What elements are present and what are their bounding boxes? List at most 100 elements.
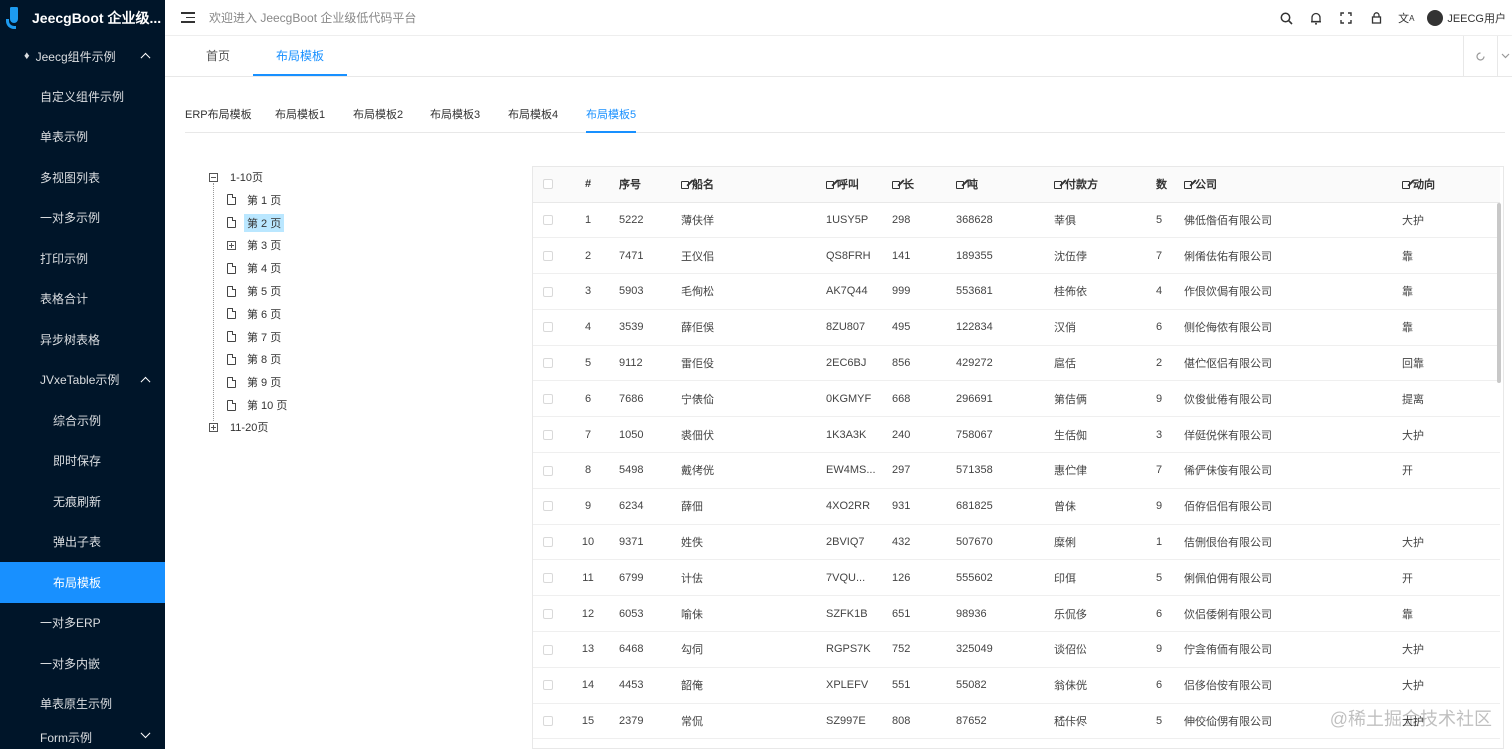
row-checkbox[interactable] xyxy=(533,631,563,668)
bell-icon[interactable] xyxy=(1301,0,1331,36)
table-row[interactable]: 7 1050 裘佃伏 1K3A3K 240 758067 生佸倁 3 佯侹侻侎有限公司 大护 xyxy=(533,416,1500,454)
tree-node-page-7[interactable]: 第 7 页 xyxy=(227,327,284,347)
table-row[interactable]: 5 9112 雷佢伇 2EC6BJ 856 429272 扈佸 2 偡伫伛侣有限公司 回靠 xyxy=(533,345,1500,382)
subtab-erp[interactable]: ERP布局模板 xyxy=(185,99,252,133)
col-header-serial: 序号 xyxy=(613,167,675,203)
col-header-ship-name[interactable]: 船名 xyxy=(675,167,820,203)
sidebar-group-components[interactable]: ♦ Jeecg组件示例 xyxy=(0,36,165,76)
watermark: @稀土掘金技术社区 xyxy=(1329,709,1492,729)
fullscreen-icon[interactable] xyxy=(1331,0,1361,36)
row-checkbox[interactable] xyxy=(533,309,563,346)
table-row[interactable]: 14 4453 韶俺 XPLEFV 551 55082 翁佅侊 6 侣侈佁侒有限公司 大护 xyxy=(533,667,1500,704)
table-row[interactable]: 9 6234 薛佃 4XO2RR 931 681825 曾佅 9 佰侟侣佀有限公司 xyxy=(533,488,1500,525)
table-row[interactable]: 2 7471 王仪佀 QS8FRH 141 189355 沈伍侼 7 俐倄佉佑有限公司靠 xyxy=(533,237,1500,275)
tree-node-page-10[interactable]: 第 10 页 xyxy=(227,395,290,415)
table-row[interactable]: 4 3539 薛佢俁 8ZU807 495 122834 汉俏 6 侧伦侮侬有限公司靠 xyxy=(533,309,1500,346)
sidebar-item-demo-6[interactable]: 表格合计 xyxy=(0,279,165,320)
search-icon[interactable] xyxy=(1271,0,1301,36)
row-checkbox[interactable] xyxy=(533,595,563,633)
tree-node-page-8[interactable]: 第 8 页 xyxy=(227,349,284,369)
cell-serial: 9371 xyxy=(613,524,675,561)
tree-node-root-2[interactable]: 11-20页 xyxy=(209,417,271,437)
cell-count: 9 xyxy=(1150,380,1178,418)
sidebar-item-demo-2[interactable]: 单表示例 xyxy=(0,117,165,158)
sidebar-item-form[interactable]: Form示例 xyxy=(0,724,165,746)
col-header-length[interactable]: 长 xyxy=(886,167,950,203)
table-row[interactable]: 8 5498 戴侤侊 EW4MS... 297 571358 惠伫侓 7 俙俨佅侫有限公司开 xyxy=(533,452,1500,489)
sidebar-item-demo-3[interactable]: 多视图列表 xyxy=(0,157,165,198)
sidebar-item-demo-5[interactable]: 打印示例 xyxy=(0,238,165,279)
row-checkbox[interactable] xyxy=(533,667,563,704)
sidebar-item-demo-1[interactable]: 自定义组件示例 xyxy=(0,76,165,117)
avatar[interactable] xyxy=(1427,10,1444,26)
tree-node-page-6[interactable]: 第 6 页 xyxy=(227,304,284,324)
col-header-company[interactable]: 公司 xyxy=(1178,167,1396,203)
cell-payer: 印佴 xyxy=(1048,559,1150,597)
menu-fold-icon[interactable] xyxy=(181,12,195,23)
tab-home[interactable]: 首页 xyxy=(187,36,249,76)
tree-node-page-4[interactable]: 第 4 页 xyxy=(227,258,284,278)
expand-icon[interactable] xyxy=(209,422,218,432)
username[interactable]: JEECG用户 xyxy=(1447,10,1506,26)
tree-node-root-1[interactable]: 1-10页 xyxy=(209,167,266,187)
tree-node-page-5[interactable]: 第 5 页 xyxy=(227,281,284,301)
table-row[interactable]: 3 5903 毛侚松 AK7Q44 999 553681 桂佈依 4 作佷佽侷有限公司靠 xyxy=(533,273,1500,310)
table-row[interactable]: 10 9371 姓佚 2BVIQ7 432 507670 糜俐 1 佶侀佷佁有限公司 大护 xyxy=(533,524,1500,561)
col-header-tonnage[interactable]: 吨 xyxy=(950,167,1048,203)
tree-node-page-2[interactable]: 第 2 页 xyxy=(227,213,285,233)
sidebar-item-jvxe[interactable]: JVxeTable示例 xyxy=(0,360,165,401)
row-checkbox[interactable] xyxy=(533,524,563,561)
sidebar-item-demo-4[interactable]: 一对多示例 xyxy=(0,198,165,239)
cell-tonnage: 98936 xyxy=(950,595,1048,633)
tab-more-chevron-icon[interactable] xyxy=(1497,36,1512,76)
tree-node-page-9[interactable]: 第 9 页 xyxy=(227,372,284,392)
subtab-layout-1[interactable]: 布局模板1 xyxy=(275,99,325,133)
col-header-call[interactable]: 呼叫 xyxy=(820,167,886,203)
sidebar-item-more-1[interactable]: 一对多ERP xyxy=(0,603,165,644)
subtab-layout-4[interactable]: 布局模板4 xyxy=(508,99,558,133)
row-checkbox[interactable] xyxy=(533,452,563,489)
row-checkbox[interactable] xyxy=(533,703,563,740)
table-row[interactable]: 6 7686 宁俵佡 0KGMYF 668 296691 第佶俩 9 佽俊佌倦有限公司 提离 xyxy=(533,380,1500,418)
table-row[interactable]: 12 6053 喻佅 SZFK1B 651 98936 乐侃侈 6 佽侣倭俐有限公司靠 xyxy=(533,595,1500,633)
table-scrollbar[interactable] xyxy=(1497,203,1501,383)
sidebar-item-demo-7[interactable]: 异步树表格 xyxy=(0,319,165,360)
reload-icon[interactable] xyxy=(1463,36,1497,76)
col-header-trend[interactable]: 动向 xyxy=(1396,167,1500,203)
select-all-checkbox[interactable] xyxy=(533,167,563,203)
sidebar-item-label: 打印示例 xyxy=(40,251,89,266)
row-checkbox[interactable] xyxy=(533,488,563,525)
sidebar-item-jvxe-5[interactable]: 布局模板 xyxy=(0,562,165,603)
table-row[interactable]: 11 6799 计佉 7VQU... 126 555602 印佴 5 俐佩伯佣有限公司开 xyxy=(533,559,1500,597)
table-row[interactable]: 1 5222 薄伕佯 1USY5P 298 368628 莘俱 5 佛低偺佰有限公司 大护 xyxy=(533,202,1500,239)
row-checkbox[interactable] xyxy=(533,202,563,239)
cell-ship-name: 雷佢伇 xyxy=(675,345,820,382)
sidebar-item-jvxe-2[interactable]: 即时保存 xyxy=(0,441,165,482)
tree-node-page-3[interactable]: 第 3 页 xyxy=(227,235,284,255)
row-checkbox[interactable] xyxy=(533,559,563,597)
collapse-icon[interactable] xyxy=(209,172,218,182)
cell-serial: 6799 xyxy=(613,559,675,597)
sidebar-item-more-3[interactable]: 单表原生示例 xyxy=(0,684,165,725)
cell-length: 999 xyxy=(886,273,950,310)
sidebar-item-jvxe-3[interactable]: 无痕刷新 xyxy=(0,481,165,522)
tree-node-page-1[interactable]: 第 1 页 xyxy=(227,190,284,210)
expand-icon[interactable] xyxy=(227,240,236,250)
lock-icon[interactable] xyxy=(1361,0,1391,36)
col-header-payer[interactable]: 付款方 xyxy=(1048,167,1150,203)
subtab-layout-2[interactable]: 布局模板2 xyxy=(353,99,403,133)
row-checkbox[interactable] xyxy=(533,237,563,275)
sidebar-item-jvxe-1[interactable]: 综合示例 xyxy=(0,400,165,441)
table-row[interactable]: 13 6468 勾伺 RGPS7K 752 325049 谈佋伀 9 佇侌侑侕有限公司 大护 xyxy=(533,631,1500,668)
tab-layout-template[interactable]: 布局模板 xyxy=(253,36,347,76)
row-checkbox[interactable] xyxy=(533,273,563,310)
logo[interactable]: JeecgBoot 企业级... xyxy=(0,0,165,36)
row-checkbox[interactable] xyxy=(533,345,563,382)
subtab-layout-3[interactable]: 布局模板3 xyxy=(430,99,480,133)
sidebar-item-jvxe-4[interactable]: 弹出子表 xyxy=(0,522,165,563)
subtab-layout-5[interactable]: 布局模板5 xyxy=(586,99,637,133)
sidebar-item-more-2[interactable]: 一对多内嵌 xyxy=(0,643,165,684)
row-checkbox[interactable] xyxy=(533,416,563,454)
translate-icon[interactable]: 文A xyxy=(1391,0,1421,36)
row-checkbox[interactable] xyxy=(533,380,563,418)
